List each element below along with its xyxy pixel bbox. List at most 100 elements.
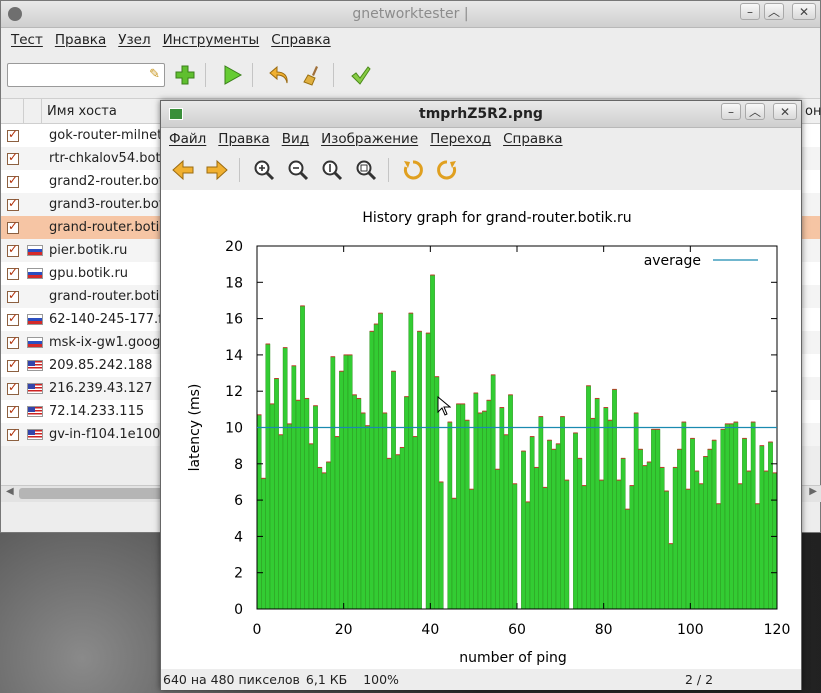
host-name: 72.14.233.115 xyxy=(49,404,145,419)
main-titlebar[interactable]: gnetworktester | – ︿ ✕ xyxy=(1,1,820,28)
apply-button[interactable] xyxy=(346,61,374,89)
column-overflow[interactable]: он xyxy=(805,104,821,119)
menu-edit[interactable]: Правка xyxy=(212,131,275,147)
chart-bar xyxy=(399,447,405,610)
chart-bar xyxy=(603,407,609,610)
zoom-out-button[interactable] xyxy=(282,156,314,184)
chart-bar xyxy=(616,479,622,610)
flag-placeholder xyxy=(27,176,43,187)
enabled-checkbox[interactable] xyxy=(7,242,19,257)
viewer-titlebar[interactable]: tmprhZ5R2.png – ︿ ✕ xyxy=(161,101,801,128)
y-tick-label: 8 xyxy=(234,457,243,473)
host-input[interactable]: ✎ xyxy=(7,63,165,87)
menu-help[interactable]: Справка xyxy=(497,131,568,147)
minimize-button[interactable]: – xyxy=(740,3,760,20)
host-name: 209.85.242.188 xyxy=(49,358,153,373)
enabled-checkbox[interactable] xyxy=(7,311,19,326)
run-button[interactable] xyxy=(218,61,246,89)
scroll-right-icon[interactable]: ▶ xyxy=(809,486,817,497)
chart-bar xyxy=(590,418,596,610)
enabled-checkbox[interactable] xyxy=(7,357,19,372)
previous-button[interactable] xyxy=(167,156,199,184)
window-title: gnetworktester | xyxy=(352,6,469,22)
chart-bar xyxy=(755,503,760,610)
rotate-left-button[interactable] xyxy=(397,156,429,184)
chart-bar xyxy=(607,420,613,610)
scrollbar-thumb[interactable] xyxy=(19,488,169,499)
menu-go[interactable]: Переход xyxy=(424,131,497,147)
menu-edit[interactable]: Правка xyxy=(49,32,112,48)
menu-tools[interactable]: Инструменты xyxy=(157,32,266,48)
menu-image[interactable]: Изображение xyxy=(315,131,424,147)
chart-bar xyxy=(378,312,383,610)
y-axis-label: latency (ms) xyxy=(187,384,203,472)
chart-bar xyxy=(646,461,652,610)
clear-icon[interactable]: ✎ xyxy=(149,67,160,82)
enabled-checkbox[interactable] xyxy=(7,127,19,142)
scroll-left-icon[interactable]: ◀ xyxy=(6,486,14,497)
arrow-left-icon xyxy=(172,159,194,181)
viewer-maximize-button[interactable]: ︿ xyxy=(745,103,765,120)
add-host-button[interactable] xyxy=(171,61,199,89)
menu-host[interactable]: Узел xyxy=(112,32,156,48)
viewer-minimize-button[interactable]: – xyxy=(721,103,741,120)
enabled-checkbox[interactable] xyxy=(7,288,19,303)
chart-bar xyxy=(456,403,461,610)
enabled-checkbox[interactable] xyxy=(7,196,19,211)
menu-view[interactable]: Вид xyxy=(276,131,315,147)
chart-bar xyxy=(577,458,583,610)
flag-ru-icon xyxy=(27,245,43,256)
column-flag[interactable] xyxy=(24,99,42,123)
clear-button[interactable] xyxy=(299,61,327,89)
undo-button[interactable] xyxy=(265,61,293,89)
menu-test[interactable]: Тест xyxy=(5,32,49,48)
zoom-100-icon xyxy=(322,160,343,181)
arrow-right-icon xyxy=(206,159,228,181)
next-button[interactable] xyxy=(201,156,233,184)
host-name: 216.239.43.127 xyxy=(49,381,153,396)
zoom-normal-button[interactable] xyxy=(316,156,348,184)
column-check[interactable] xyxy=(1,99,24,123)
column-host[interactable]: Имя хоста xyxy=(42,104,177,119)
y-tick-label: 0 xyxy=(234,602,243,618)
enabled-checkbox[interactable] xyxy=(7,403,19,418)
chart-bar xyxy=(681,421,687,610)
chart-bar xyxy=(438,481,444,610)
x-tick-label: 100 xyxy=(677,622,704,638)
chart-bar xyxy=(499,407,505,610)
enabled-checkbox[interactable] xyxy=(7,219,19,234)
y-tick-label: 14 xyxy=(225,348,243,364)
host-name: gok-router-milnet xyxy=(49,128,163,143)
viewer-toolbar xyxy=(161,150,801,191)
x-axis-label: number of ping xyxy=(459,650,567,666)
maximize-button[interactable]: ︿ xyxy=(764,3,784,20)
zoom-in-button[interactable] xyxy=(248,156,280,184)
enabled-checkbox[interactable] xyxy=(7,380,19,395)
enabled-checkbox[interactable] xyxy=(7,150,19,165)
zoom-fit-button[interactable] xyxy=(350,156,382,184)
chart-bar xyxy=(612,389,617,610)
chart-bar xyxy=(330,356,336,610)
enabled-checkbox[interactable] xyxy=(7,265,19,280)
enabled-checkbox[interactable] xyxy=(7,173,19,188)
host-name: rtr-chkalov54.boti xyxy=(49,151,165,166)
enabled-checkbox[interactable] xyxy=(7,334,19,349)
image-canvas[interactable]: 0 2 4 6 8 10 12 14 16 18 20 0 20 40 60 80 100 120 History … xyxy=(161,190,801,670)
chart-bar xyxy=(629,485,635,610)
toolbar-separator xyxy=(388,158,389,182)
rotate-right-button[interactable] xyxy=(431,156,463,184)
host-name: gpu.botik.ru xyxy=(49,266,129,281)
enabled-checkbox[interactable] xyxy=(7,426,19,441)
chart-bar xyxy=(408,312,414,610)
flag-placeholder xyxy=(27,291,43,302)
menu-file[interactable]: Файл xyxy=(163,131,212,147)
viewer-close-button[interactable]: ✕ xyxy=(773,103,797,120)
image-viewer-window: tmprhZ5R2.png – ︿ ✕ Файл Правка Вид Изоб… xyxy=(160,100,802,690)
viewer-title: tmprhZ5R2.png xyxy=(419,106,543,122)
menu-help[interactable]: Справка xyxy=(265,32,336,48)
chart-bar xyxy=(737,483,743,610)
chart-bar xyxy=(711,440,717,610)
x-tick-label: 60 xyxy=(508,622,526,638)
close-button[interactable]: ✕ xyxy=(792,3,816,20)
chart-bar xyxy=(594,398,600,610)
